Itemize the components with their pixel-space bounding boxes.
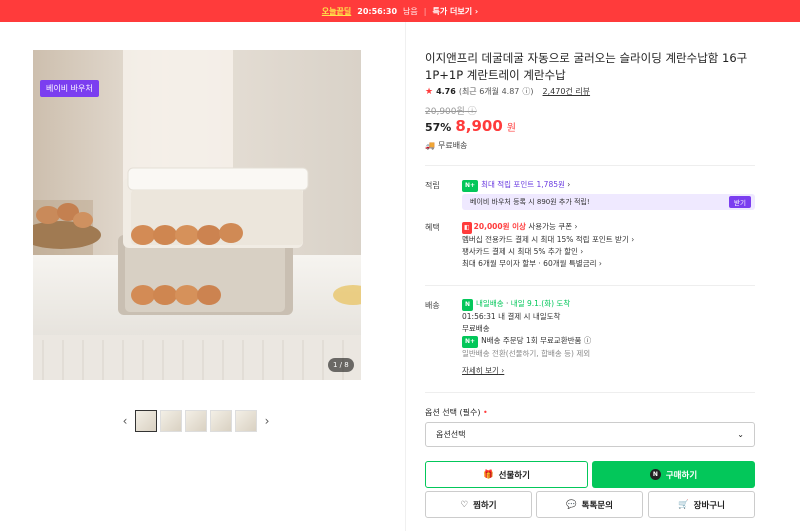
- nplus-icon: N+: [462, 336, 479, 348]
- thumbnail[interactable]: [160, 410, 182, 432]
- thumbnail[interactable]: [135, 410, 157, 432]
- return-text: N배송 주문당 1회 무료교환반품: [481, 336, 582, 345]
- chat-icon: 💬: [566, 499, 577, 510]
- coupon-text: 사용가능 쿠폰: [528, 222, 573, 231]
- countdown-suffix: 남음: [403, 6, 418, 16]
- option-selected: 옵션선택: [436, 430, 466, 439]
- buy-button[interactable]: N 구매하기: [592, 461, 755, 488]
- divider: [425, 165, 755, 166]
- benefit-card: 팽사카드 결제 시 최대 5% 추가 할인: [462, 247, 578, 256]
- divider: [425, 392, 755, 393]
- voucher-bar[interactable]: 베이비 바우처 등록 시 890원 추가 적립! 받기: [462, 194, 755, 210]
- promo-bar[interactable]: 오늘끝딜 20:56:30 남음 | 특가 더보기 ›: [0, 0, 800, 22]
- points-content[interactable]: N+ 최대 적립 포인트 1,785원 ›: [462, 179, 570, 192]
- cart-button[interactable]: 🛒 장바구니: [648, 491, 755, 518]
- truck-icon: 🚚: [425, 141, 435, 150]
- points-label: 적립: [425, 181, 440, 190]
- buy-label: 구매하기: [665, 470, 698, 481]
- benefit-membership: 멤버십 전용카드 결제 시 최대 15% 적립 포인트 받기: [462, 235, 629, 244]
- more-prefix: 특가: [432, 6, 448, 16]
- benefits-label: 혜택: [425, 223, 440, 232]
- chevron-down-icon: ⌄: [737, 430, 744, 439]
- delivery-type-line: N 내일배송 · 내일 9.1.(화) 도착: [462, 298, 591, 311]
- image-counter: 1 / 8: [328, 358, 354, 372]
- option-select[interactable]: 옵션선택 ⌄: [425, 422, 755, 447]
- review-link[interactable]: 2,470건 리뷰: [543, 86, 591, 97]
- benefits-content: ◧ 20,000원 이상 사용가능 쿠폰 › 멤버십 전용카드 결제 시 최대 1…: [462, 221, 634, 270]
- deadline-text: 내 결제 시 내일도착: [498, 312, 561, 321]
- discount-rate: 57%: [425, 121, 452, 134]
- wish-label: 찜하기: [473, 500, 497, 511]
- cart-icon: 🛒: [678, 499, 689, 510]
- option-label: 옵션 선택 (필수) •: [425, 407, 488, 418]
- baby-voucher-badge: 베이비 바우처: [40, 80, 99, 97]
- info-icon[interactable]: ⓘ): [522, 86, 533, 97]
- gift-button[interactable]: 🎁 선물하기: [425, 461, 588, 488]
- deadline-line: 01:56:31 내 결제 시 내일도착: [462, 311, 591, 323]
- original-price-value: 20,900원: [425, 107, 465, 117]
- free-shipping: 무료배송: [437, 141, 468, 150]
- delivery-label: 배송: [425, 301, 440, 310]
- column-divider: [405, 22, 406, 531]
- price-row: 57% 8,900 원: [425, 117, 516, 135]
- coupon-icon: ◧: [462, 222, 472, 234]
- shipping-info: 🚚 무료배송: [425, 140, 467, 151]
- delivery-more-link[interactable]: 자세히 보기 ›: [462, 365, 591, 377]
- gift-label: 선물하기: [498, 470, 530, 481]
- countdown-time: 20:56:30: [357, 6, 398, 16]
- delivery-content: N 내일배송 · 내일 9.1.(화) 도착 01:56:31 내 결제 시 내일…: [462, 298, 591, 377]
- coupon-line[interactable]: ◧ 20,000원 이상 사용가능 쿠폰 ›: [462, 221, 634, 234]
- npay-icon: N+: [462, 180, 479, 192]
- thumbnail[interactable]: [185, 410, 207, 432]
- cart-label: 장바구니: [693, 500, 725, 511]
- arrival-date: 내일 9.1.(화) 도착: [510, 299, 571, 308]
- heart-icon: ♡: [460, 499, 469, 510]
- divider: [425, 285, 755, 286]
- rating-recent: (최근 6개월 4.87: [458, 87, 520, 96]
- option-label-text: 옵션 선택 (필수): [425, 408, 481, 417]
- delivery-note: 일반배송 전환(선물하기, 합배송 등) 제외: [462, 349, 591, 358]
- star-icon: ★: [425, 86, 434, 97]
- return-line: N+ N배송 주문당 1회 무료교환반품 ⓘ: [462, 335, 591, 348]
- gift-icon: 🎁: [483, 469, 494, 480]
- deadline-time: 01:56:31: [462, 312, 496, 321]
- chevron-right-icon[interactable]: ›: [260, 414, 274, 428]
- product-title: 이지앤프리 데굴데굴 자동으로 굴러오는 슬라이딩 계란수납함 16구 1P+1…: [425, 51, 748, 82]
- price-unit: 원: [506, 123, 516, 134]
- voucher-text: 베이비 바우처 등록 시 890원 추가 적립!: [470, 198, 590, 206]
- required-mark: •: [483, 408, 488, 417]
- gallery: 베이비 바우처 1 / 8 ‹ ›: [0, 22, 405, 531]
- naver-pay-icon: N: [649, 469, 661, 480]
- talk-label: 톡톡문의: [581, 500, 613, 511]
- chevron-left-icon[interactable]: ‹: [118, 414, 132, 428]
- max-point: 최대 적립 포인트 1,785원: [481, 180, 565, 189]
- product-photo: [33, 50, 361, 380]
- thumbnail[interactable]: [210, 410, 232, 432]
- delivery-more-label: 자세히 보기: [462, 366, 499, 375]
- thumbnail-strip: ‹ ›: [118, 410, 274, 432]
- rating-score: 4.76: [436, 87, 456, 96]
- thumbnail[interactable]: [235, 410, 257, 432]
- delivery-type: 내일배송: [476, 299, 504, 308]
- wish-button[interactable]: ♡ 찜하기: [425, 491, 532, 518]
- original-price: 20,900원 ⓘ: [425, 107, 477, 117]
- benefit-installment: 최대 6개월 무이자 할부 · 60개월 특별금리: [462, 259, 597, 268]
- more-link[interactable]: 특가 더보기 ›: [432, 6, 478, 17]
- more-label: 더보기: [450, 6, 473, 16]
- talk-button[interactable]: 💬 톡톡문의: [536, 491, 643, 518]
- deal-brand: 오늘끝딜: [321, 6, 352, 16]
- product-main-image[interactable]: [33, 50, 361, 380]
- divider: |: [423, 6, 427, 16]
- coupon-amount: 20,000원 이상: [473, 222, 526, 231]
- benefit-line[interactable]: 팽사카드 결제 시 최대 5% 추가 할인 ›: [462, 246, 634, 258]
- n-delivery-icon: N: [462, 299, 474, 311]
- delivery-free: 무료배송: [462, 324, 490, 333]
- benefit-line[interactable]: 최대 6개월 무이자 할부 · 60개월 특별금리 ›: [462, 258, 634, 270]
- voucher-receive-button[interactable]: 받기: [729, 196, 751, 208]
- benefit-line[interactable]: 멤버십 전용카드 결제 시 최대 15% 적립 포인트 받기 ›: [462, 234, 634, 246]
- rating-row: ★ 4.76 (최근 6개월 4.87 ⓘ) 2,470건 리뷰: [425, 86, 590, 97]
- sale-price: 8,900: [455, 117, 503, 135]
